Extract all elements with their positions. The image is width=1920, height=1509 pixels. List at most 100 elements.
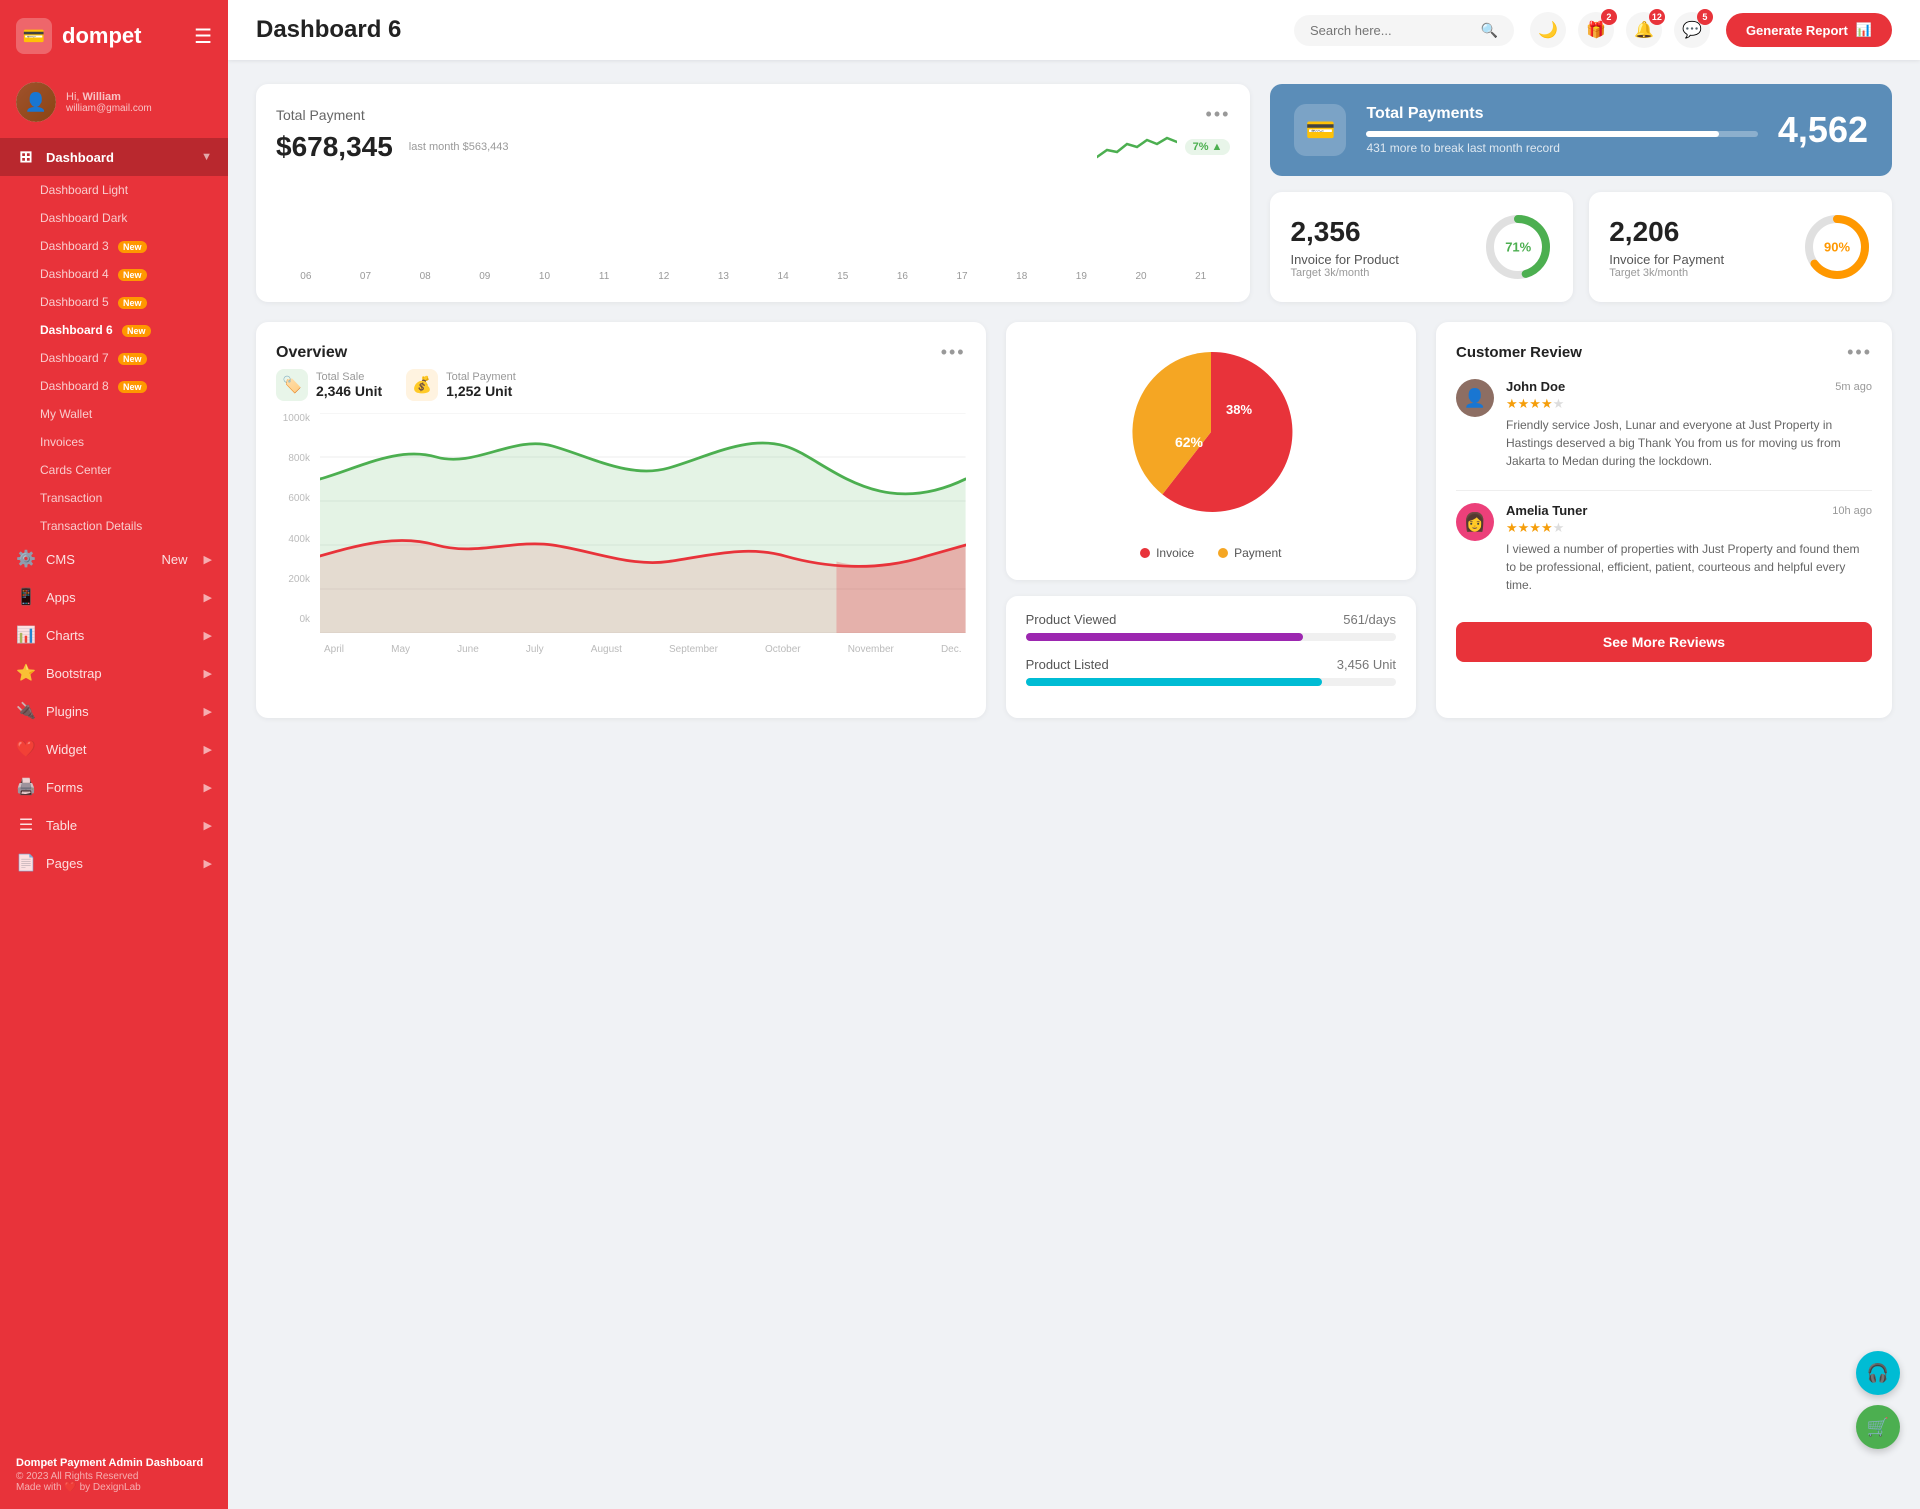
chevron-right-icon-5: ▶ bbox=[204, 705, 212, 718]
product-viewed-value: 561/days bbox=[1343, 612, 1396, 627]
avatar: 👤 bbox=[16, 82, 56, 122]
review-menu[interactable]: ••• bbox=[1847, 342, 1872, 363]
sidebar-item-dashboard-3[interactable]: Dashboard 3 New bbox=[0, 232, 228, 260]
sidebar-item-cards-center[interactable]: Cards Center bbox=[0, 456, 228, 484]
payment-legend: Payment bbox=[1218, 546, 1281, 560]
sidebar-item-dashboard-8[interactable]: Dashboard 8 New bbox=[0, 372, 228, 400]
y-label-800k: 800k bbox=[276, 453, 310, 464]
x-label-august: August bbox=[591, 644, 622, 655]
logo-area: 💳 dompet bbox=[16, 18, 141, 54]
total-payment-card: Total Payment ••• $678,345 last month $5… bbox=[256, 84, 1250, 302]
nav-item-apps[interactable]: 📱 Apps ▶ bbox=[0, 578, 228, 616]
nav-widget-label: Widget bbox=[46, 742, 194, 757]
last-month-text: last month $563,443 bbox=[409, 141, 509, 153]
x-label-april: April bbox=[324, 644, 344, 655]
bar-label-14: 14 bbox=[753, 271, 813, 282]
user-info: Hi, William william@gmail.com bbox=[66, 91, 152, 114]
forms-icon: 🖨️ bbox=[16, 777, 36, 797]
notifications-button[interactable]: 🔔 12 bbox=[1626, 12, 1662, 48]
pie-chart-svg: 62% 38% bbox=[1121, 342, 1301, 522]
reviewer-name-1: John Doe bbox=[1506, 379, 1565, 394]
nav-pages-label: Pages bbox=[46, 856, 194, 871]
generate-report-button[interactable]: Generate Report 📊 bbox=[1726, 13, 1892, 47]
nav-item-charts[interactable]: 📊 Charts ▶ bbox=[0, 616, 228, 654]
see-more-reviews-button[interactable]: See More Reviews bbox=[1456, 622, 1872, 662]
total-payment-title: Total Payment bbox=[276, 107, 365, 123]
sidebar-item-dashboard-4[interactable]: Dashboard 4 New bbox=[0, 260, 228, 288]
sidebar-item-dashboard-6[interactable]: Dashboard 6 New bbox=[0, 316, 228, 344]
invoice-payment-title: Invoice for Payment bbox=[1609, 252, 1724, 267]
messages-button[interactable]: 💬 5 bbox=[1674, 12, 1710, 48]
gift-badge: 2 bbox=[1601, 9, 1617, 25]
nav-item-widget[interactable]: ❤️ Widget ▶ bbox=[0, 730, 228, 768]
nav-item-pages[interactable]: 📄 Pages ▶ bbox=[0, 844, 228, 882]
nav-item-forms[interactable]: 🖨️ Forms ▶ bbox=[0, 768, 228, 806]
blue-card-number: 4,562 bbox=[1778, 109, 1868, 151]
total-payment-menu[interactable]: ••• bbox=[1206, 104, 1231, 125]
nav-item-bootstrap[interactable]: ⭐ Bootstrap ▶ bbox=[0, 654, 228, 692]
invoice-dot bbox=[1140, 548, 1150, 558]
sidebar-item-dashboard-dark[interactable]: Dashboard Dark bbox=[0, 204, 228, 232]
invoice-legend: Invoice bbox=[1140, 546, 1194, 560]
payment-sublabel: Total Payment bbox=[446, 371, 516, 383]
logo-text: dompet bbox=[62, 23, 141, 49]
theme-toggle-button[interactable]: 🌙 bbox=[1530, 12, 1566, 48]
product-listed-bar bbox=[1026, 678, 1322, 686]
customer-review-card: Customer Review ••• 👤 John Doe 5m ago ★★… bbox=[1436, 322, 1892, 718]
y-label-600k: 600k bbox=[276, 493, 310, 504]
sidebar-item-dashboard-light[interactable]: Dashboard Light bbox=[0, 176, 228, 204]
sidebar-item-dashboard-7[interactable]: Dashboard 7 New bbox=[0, 344, 228, 372]
sidebar-item-transaction[interactable]: Transaction bbox=[0, 484, 228, 512]
area-chart-svg bbox=[320, 413, 966, 633]
pie-chart-card: 62% 38% Invoice Payment bbox=[1006, 322, 1416, 580]
nav-item-dashboard[interactable]: ⊞ Dashboard ▼ bbox=[0, 138, 228, 176]
footer-copy: © 2023 All Rights Reserved bbox=[16, 1471, 138, 1482]
sidebar-item-transaction-details[interactable]: Transaction Details bbox=[0, 512, 228, 540]
bar-label-16: 16 bbox=[873, 271, 933, 282]
support-button[interactable]: 🎧 bbox=[1856, 1351, 1900, 1395]
review-text-1: Friendly service Josh, Lunar and everyon… bbox=[1506, 416, 1872, 470]
nav-apps-label: Apps bbox=[46, 590, 194, 605]
nav-item-cms[interactable]: ⚙️ CMS New ▶ bbox=[0, 540, 228, 578]
invoice-product-number: 2,356 bbox=[1290, 216, 1398, 248]
footer-title: Dompet Payment Admin Dashboard bbox=[16, 1457, 212, 1469]
legend-sale-info: Total Sale 2,346 Unit bbox=[316, 371, 382, 399]
plugins-icon: 🔌 bbox=[16, 701, 36, 721]
blue-card-sub: 431 more to break last month record bbox=[1366, 141, 1757, 155]
main-content: Dashboard 6 🔍 🌙 🎁 2 🔔 12 💬 5 Generate Re… bbox=[228, 0, 1920, 1509]
chevron-right-icon-2: ▶ bbox=[204, 591, 212, 604]
invoice-payment-info: 2,206 Invoice for Payment Target 3k/mont… bbox=[1609, 216, 1724, 279]
pie-legend: Invoice Payment bbox=[1140, 546, 1281, 560]
reviewer-info-1: John Doe 5m ago ★★★★★ Friendly service J… bbox=[1506, 379, 1872, 470]
sidebar-item-invoices[interactable]: Invoices bbox=[0, 428, 228, 456]
x-label-may: May bbox=[391, 644, 410, 655]
avatar-img: 👤 bbox=[16, 82, 56, 122]
sale-sublabel: Total Sale bbox=[316, 371, 382, 383]
chevron-right-icon-9: ▶ bbox=[204, 857, 212, 870]
product-viewed-bar-bg bbox=[1026, 633, 1396, 641]
search-input[interactable] bbox=[1310, 23, 1473, 38]
overview-card: Overview ••• 🏷️ Total Sale 2,346 Unit 💰 bbox=[256, 322, 986, 718]
overview-menu[interactable]: ••• bbox=[941, 342, 966, 363]
sidebar-item-my-wallet[interactable]: My Wallet bbox=[0, 400, 228, 428]
bell-badge: 12 bbox=[1649, 9, 1665, 25]
gift-button[interactable]: 🎁 2 bbox=[1578, 12, 1614, 48]
chat-badge: 5 bbox=[1697, 9, 1713, 25]
blue-card-info: Total Payments 431 more to break last mo… bbox=[1366, 105, 1757, 155]
nav-item-table[interactable]: ☰ Table ▶ bbox=[0, 806, 228, 844]
nav-item-plugins[interactable]: 🔌 Plugins ▶ bbox=[0, 692, 228, 730]
legend-total-payment: 💰 Total Payment 1,252 Unit bbox=[406, 369, 516, 401]
sidebar-item-dashboard-5[interactable]: Dashboard 5 New bbox=[0, 288, 228, 316]
floating-buttons: 🎧 🛒 bbox=[1856, 1351, 1900, 1449]
bar-label-20: 20 bbox=[1111, 271, 1171, 282]
hamburger-icon[interactable]: ☰ bbox=[194, 24, 212, 49]
cart-button[interactable]: 🛒 bbox=[1856, 1405, 1900, 1449]
stars-2: ★★★★★ bbox=[1506, 520, 1872, 536]
reviewer-info-2: Amelia Tuner 10h ago ★★★★★ I viewed a nu… bbox=[1506, 503, 1872, 594]
legend-payment-info: Total Payment 1,252 Unit bbox=[446, 371, 516, 399]
bar-label-09: 09 bbox=[455, 271, 515, 282]
footer-made: Made with ❤️ by DexignLab bbox=[16, 1482, 141, 1493]
user-name: William bbox=[83, 91, 121, 103]
bar-label-19: 19 bbox=[1052, 271, 1112, 282]
dashboard-icon: ⊞ bbox=[16, 147, 36, 167]
